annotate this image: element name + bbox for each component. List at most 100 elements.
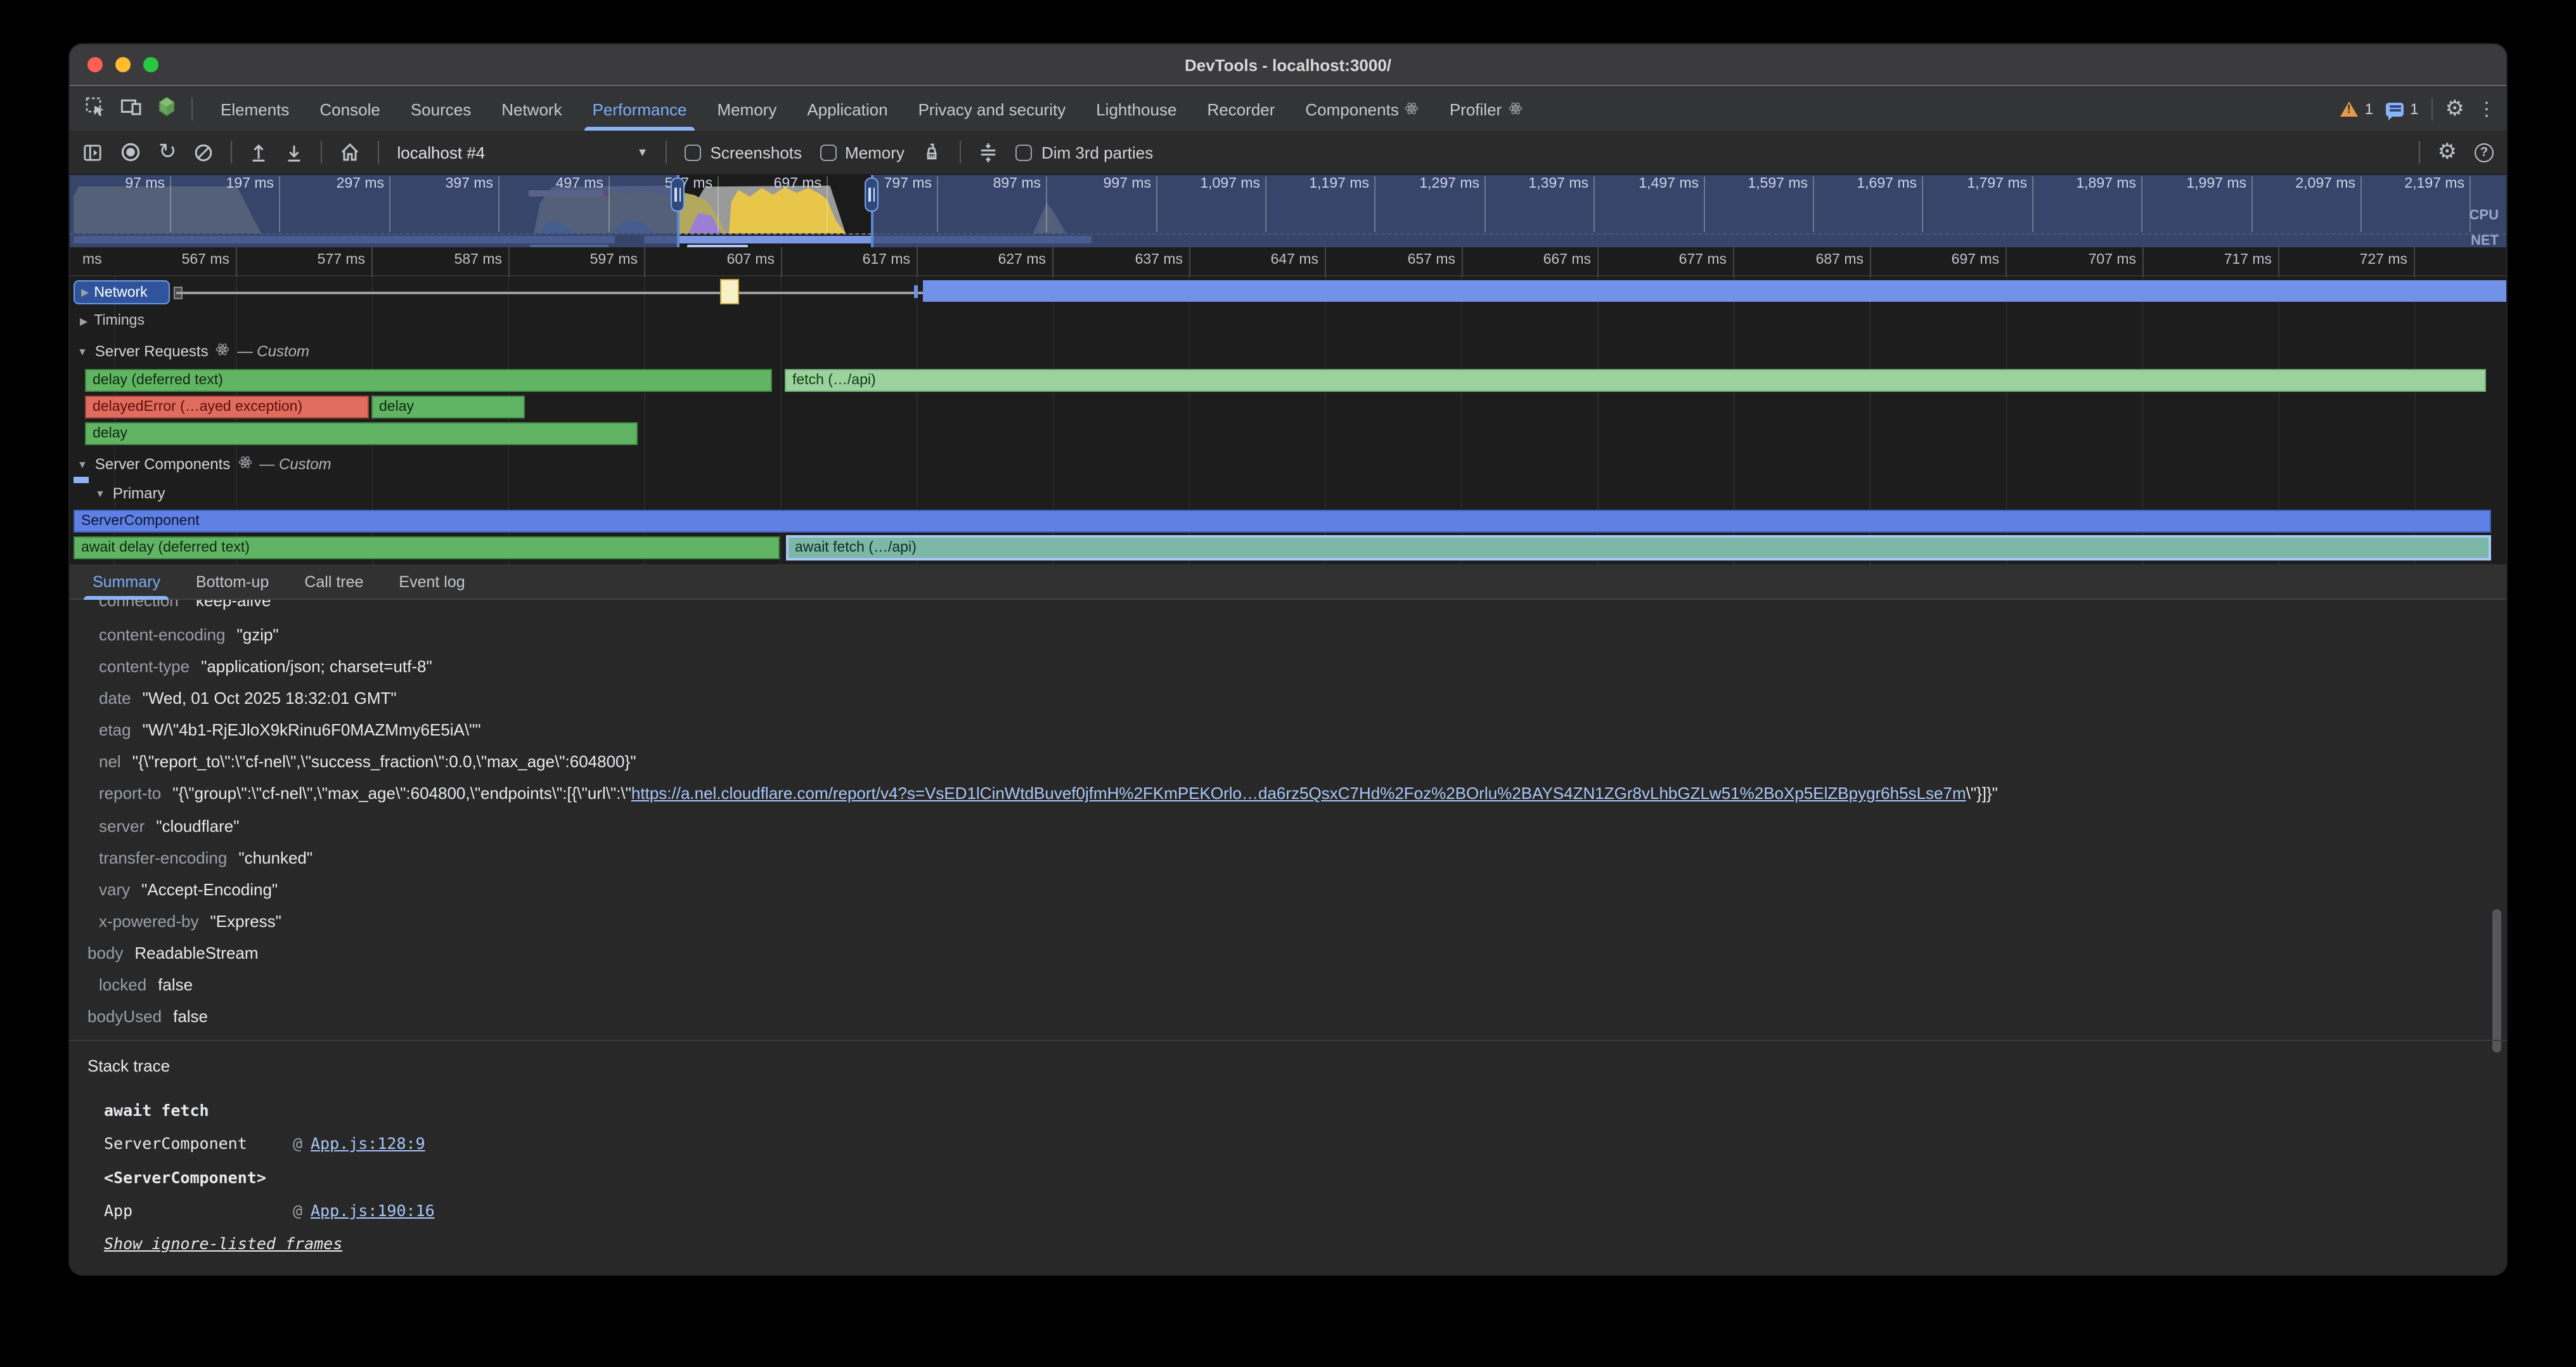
net-label: NET (2471, 233, 2499, 247)
flame-chart[interactable]: ▶ Network ▶ Timings ▼ Server Requests — … (70, 276, 2506, 564)
source-location-link[interactable]: App.js:128:9 (311, 1134, 425, 1153)
screenshots-checkbox[interactable]: Screenshots (685, 143, 802, 162)
tab-lighthouse[interactable]: Lighthouse (1081, 87, 1192, 131)
capture-settings-gear-icon[interactable]: ⚙ (2438, 139, 2457, 165)
kebab-menu-icon[interactable]: ⋮ (2477, 98, 2496, 120)
inspect-element-icon[interactable] (85, 96, 105, 122)
collapse-sanitize-icon[interactable] (979, 141, 998, 163)
checkbox-box (1016, 144, 1033, 160)
tab-application[interactable]: Application (792, 87, 903, 131)
tab-components[interactable]: Components (1290, 87, 1434, 131)
overview-tick: 97 ms (72, 176, 171, 232)
header-row: etag"W/\"4b1-RjEJloX9kRinu6F0MAZMmy6E5iA… (99, 720, 481, 739)
selection-handle-left[interactable] (671, 178, 685, 212)
event-bar-delay-deferred[interactable]: delay (deferred text) (85, 369, 772, 392)
tab-recorder[interactable]: Recorder (1192, 87, 1290, 131)
overview-tick: 397 ms (401, 176, 499, 232)
timings-track-label[interactable]: ▶ Timings (80, 313, 145, 328)
property-row: lockedfalse (99, 975, 193, 994)
header-row: vary"Accept-Encoding" (99, 880, 278, 899)
overview-tick: 1,197 ms (1277, 176, 1375, 232)
tab-console[interactable]: Console (304, 87, 395, 131)
react-atom-icon (238, 455, 252, 473)
reload-and-record-button[interactable]: ↻ (158, 139, 177, 165)
checkbox-box (820, 144, 836, 160)
event-bar-server-component[interactable]: ServerComponent (74, 510, 2491, 533)
show-ignore-listed-frames-link[interactable]: Show ignore-listed frames (104, 1234, 342, 1253)
event-bar-delay[interactable]: delay (371, 396, 525, 418)
report-endpoint-link[interactable]: https://a.nel.cloudflare.com/report/v4?s… (631, 784, 1966, 803)
tab-privacy-and-security[interactable]: Privacy and security (903, 87, 1081, 131)
divider (191, 98, 193, 120)
save-profile-icon[interactable] (286, 143, 304, 162)
overview-tick: 697 ms (729, 176, 828, 232)
tab-network[interactable]: Network (486, 87, 577, 131)
device-toolbar-icon[interactable] (120, 96, 142, 122)
warnings-indicator[interactable]: 1 (2341, 100, 2373, 118)
ruler-tick: 647 ms (1227, 247, 1326, 276)
summary-panel[interactable]: connection"keep-alive" content-encoding"… (70, 600, 2506, 1274)
devtools-window: DevTools - localhost:3000/ Elements Cons… (70, 44, 2506, 1274)
source-location-link[interactable]: App.js:190:16 (311, 1201, 435, 1220)
tab-performance[interactable]: Performance (577, 87, 702, 131)
clear-button[interactable] (195, 143, 214, 162)
timeline-ruler[interactable]: ms 567 ms 577 ms 587 ms 597 ms 607 ms 61… (70, 247, 2506, 276)
overview-tick: 897 ms (948, 176, 1047, 232)
history-select[interactable]: localhost #4 ▼ (397, 143, 648, 162)
collapse-arrow-icon: ▼ (77, 346, 87, 357)
event-bar-fetch-api[interactable]: fetch (…/api) (785, 369, 2486, 392)
timeline-overview[interactable]: 97 ms 197 ms 297 ms 397 ms 497 ms 597 ms… (70, 175, 2506, 247)
network-track-label[interactable]: ▶ Network (74, 280, 170, 304)
home-icon[interactable] (340, 142, 361, 162)
cpu-label: CPU (2470, 208, 2499, 223)
memory-checkbox[interactable]: Memory (820, 143, 905, 162)
event-bar-await-delay[interactable]: await delay (deferred text) (74, 536, 780, 559)
tab-memory[interactable]: Memory (702, 87, 792, 131)
extension-gem-icon[interactable] (157, 96, 176, 122)
stack-trace-title: Stack trace (87, 1056, 170, 1075)
help-icon[interactable]: ? (2475, 143, 2494, 162)
overview-tick: 2,097 ms (2263, 176, 2362, 232)
toggle-sidebar-icon[interactable] (82, 143, 103, 162)
ruler-tick: 587 ms (411, 247, 510, 276)
group-indicator (74, 477, 89, 483)
tab-bottom-up[interactable]: Bottom-up (178, 564, 287, 599)
server-requests-track-label[interactable]: ▼ Server Requests — Custom (77, 342, 309, 360)
tab-call-tree[interactable]: Call tree (287, 564, 381, 599)
network-request-highlight[interactable] (720, 279, 739, 304)
tab-elements[interactable]: Elements (205, 87, 304, 131)
record-button[interactable] (120, 142, 141, 162)
overview-tick: 1,897 ms (2044, 176, 2142, 232)
selection-handle-right[interactable] (865, 178, 879, 212)
tab-summary[interactable]: Summary (75, 564, 178, 599)
summary-scrollbar-thumb[interactable] (2492, 909, 2501, 1053)
ruler-tick: 567 ms (138, 247, 237, 276)
dim-3rd-parties-checkbox[interactable]: Dim 3rd parties (1016, 143, 1153, 162)
load-profile-icon[interactable] (250, 143, 268, 162)
divider (666, 141, 667, 164)
tab-event-log[interactable]: Event log (381, 564, 482, 599)
ruler-tick: 607 ms (683, 247, 782, 276)
warning-count: 1 (2365, 100, 2373, 118)
network-track[interactable]: ▶ Network (70, 278, 2506, 307)
ruler-tick: 697 ms (1908, 247, 2007, 276)
overview-tick: 1,997 ms (2154, 176, 2253, 232)
primary-group-label[interactable]: ▼ Primary (95, 484, 165, 502)
garbage-collect-icon[interactable] (922, 142, 943, 162)
ruler-unit: ms (82, 252, 102, 268)
server-components-track-label[interactable]: ▼ Server Components — Custom (77, 455, 332, 473)
event-bar-delayed-error[interactable]: delayedError (…ayed exception) (85, 396, 369, 418)
ruler-tick: 687 ms (1772, 247, 1871, 276)
stack-frame: App @ App.js:190:16 (104, 1201, 132, 1220)
event-bar-await-fetch-selected[interactable]: await fetch (…/api) (786, 535, 2491, 560)
overview-tick: 497 ms (511, 176, 610, 232)
network-request-bar[interactable] (923, 280, 2506, 302)
issues-indicator[interactable]: 1 (2386, 100, 2418, 118)
overview-tick: 1,597 ms (1715, 176, 1814, 232)
settings-gear-icon[interactable]: ⚙ (2445, 96, 2465, 122)
tab-profiler[interactable]: Profiler (1434, 87, 1537, 131)
react-atom-icon (1405, 100, 1419, 119)
ruler-tick: 707 ms (2045, 247, 2144, 276)
tab-sources[interactable]: Sources (396, 87, 486, 131)
event-bar-delay[interactable]: delay (85, 422, 638, 445)
